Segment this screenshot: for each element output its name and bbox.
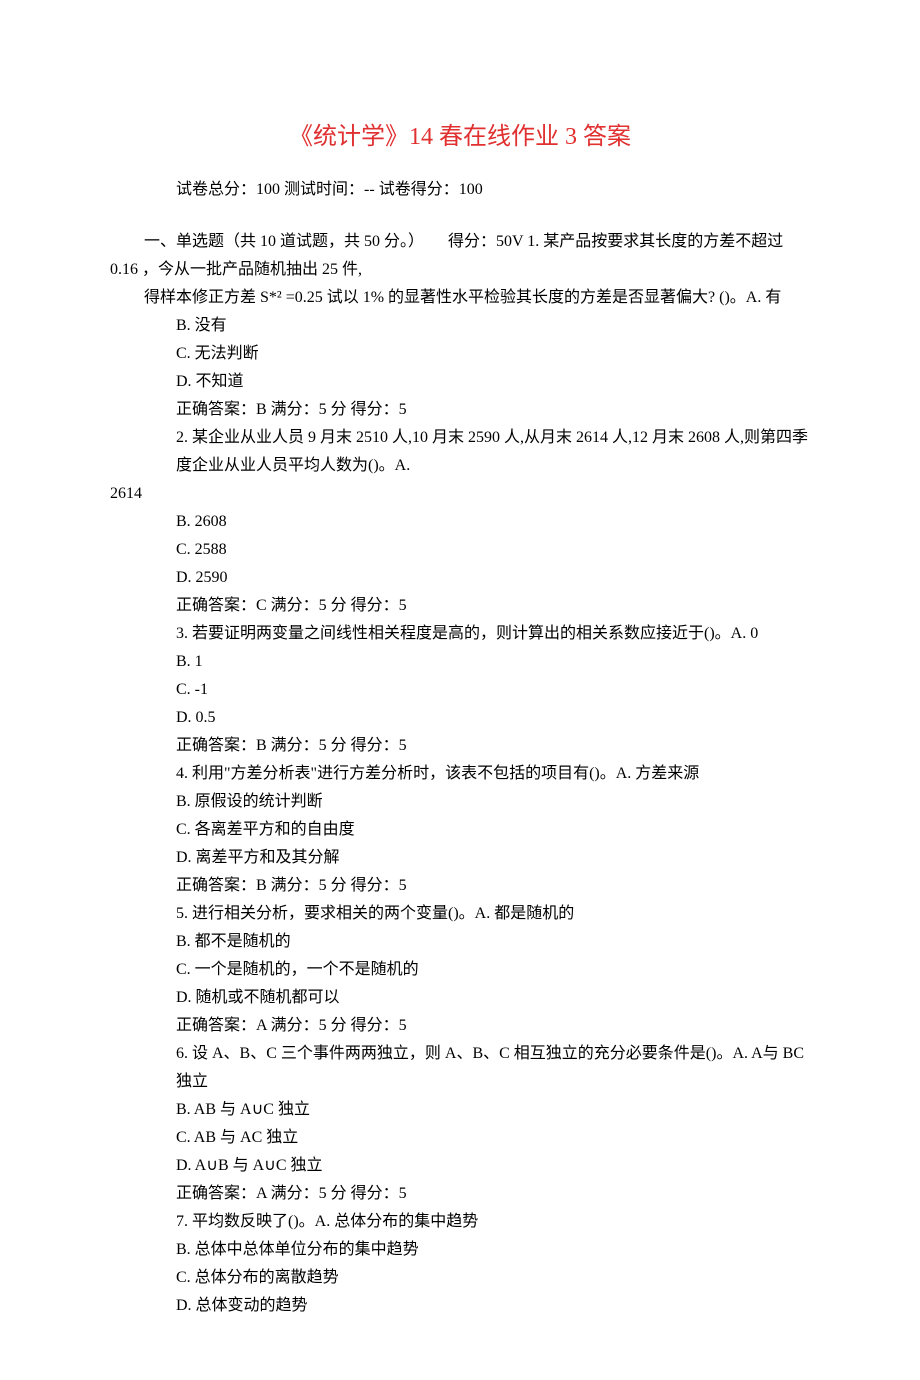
q2-b: B. 2608 bbox=[110, 508, 810, 536]
q2-line1: 2. 某企业从业人员 9 月末 2510 人,10 月末 2590 人,从月末 … bbox=[110, 424, 810, 480]
time-label: 测试时间： bbox=[284, 181, 364, 198]
q1-d: D. 不知道 bbox=[110, 368, 810, 396]
q2-d: D. 2590 bbox=[110, 564, 810, 592]
q2-answer: 正确答案：C 满分：5 分 得分：5 bbox=[110, 592, 810, 620]
q5-c: C. 一个是随机的，一个不是随机的 bbox=[110, 956, 810, 984]
doc-title: 《统计学》14 春在线作业 3 答案 bbox=[110, 116, 810, 158]
q2-line2: 2614 bbox=[110, 480, 810, 508]
q5-d: D. 随机或不随机都可以 bbox=[110, 984, 810, 1012]
time-value: -- bbox=[364, 181, 375, 198]
q4-b: B. 原假设的统计判断 bbox=[110, 788, 810, 816]
q6-d: D. A∪B 与 A∪C 独立 bbox=[110, 1152, 810, 1180]
content: 一、单选题（共 10 道试题，共 50 分。） 得分：50V 1. 某产品按要求… bbox=[110, 228, 810, 1320]
q7-b: B. 总体中总体单位分布的集中趋势 bbox=[110, 1236, 810, 1264]
q3-d: D. 0.5 bbox=[110, 704, 810, 732]
score-label: 试卷得分： bbox=[379, 181, 459, 198]
q5-b: B. 都不是随机的 bbox=[110, 928, 810, 956]
q7-c: C. 总体分布的离散趋势 bbox=[110, 1264, 810, 1292]
section-intro-a: 一、单选题（共 10 道试题，共 50 分。） bbox=[144, 233, 424, 250]
q7-d: D. 总体变动的趋势 bbox=[110, 1292, 810, 1320]
q4-answer: 正确答案：B 满分：5 分 得分：5 bbox=[110, 872, 810, 900]
q6-c: C. AB 与 AC 独立 bbox=[110, 1124, 810, 1152]
q1-answer: 正确答案：B 满分：5 分 得分：5 bbox=[110, 396, 810, 424]
q6-line1: 6. 设 A、B、C 三个事件两两独立，则 A、B、C 相互独立的充分必要条件是… bbox=[110, 1040, 810, 1096]
q4-c: C. 各离差平方和的自由度 bbox=[110, 816, 810, 844]
q6-b: B. AB 与 A∪C 独立 bbox=[110, 1096, 810, 1124]
total-value: 100 bbox=[256, 181, 280, 198]
q1-b: B. 没有 bbox=[110, 312, 810, 340]
q3-answer: 正确答案：B 满分：5 分 得分：5 bbox=[110, 732, 810, 760]
q3-c: C. -1 bbox=[110, 676, 810, 704]
q5-answer: 正确答案：A 满分：5 分 得分：5 bbox=[110, 1012, 810, 1040]
q3-line1: 3. 若要证明两变量之间线性相关程度是高的，则计算出的相关系数应接近于()。A.… bbox=[110, 620, 810, 648]
total-label: 试卷总分： bbox=[176, 181, 256, 198]
score-value: 100 bbox=[459, 181, 483, 198]
meta-line: 试卷总分：100 测试时间：-- 试卷得分：100 bbox=[110, 176, 810, 204]
q4-line1: 4. 利用"方差分析表"进行方差分析时，该表不包括的项目有()。A. 方差来源 bbox=[110, 760, 810, 788]
q3-b: B. 1 bbox=[110, 648, 810, 676]
section-intro: 一、单选题（共 10 道试题，共 50 分。） 得分：50V 1. 某产品按要求… bbox=[110, 228, 810, 284]
q5-line1: 5. 进行相关分析，要求相关的两个变量()。A. 都是随机的 bbox=[110, 900, 810, 928]
q6-answer: 正确答案：A 满分：5 分 得分：5 bbox=[110, 1180, 810, 1208]
q2-c: C. 2588 bbox=[110, 536, 810, 564]
q7-line1: 7. 平均数反映了()。A. 总体分布的集中趋势 bbox=[110, 1208, 810, 1236]
q4-d: D. 离差平方和及其分解 bbox=[110, 844, 810, 872]
q1-c: C. 无法判断 bbox=[110, 340, 810, 368]
q1-line2: 得样本修正方差 S*² =0.25 试以 1% 的显著性水平检验其长度的方差是否… bbox=[110, 284, 810, 312]
